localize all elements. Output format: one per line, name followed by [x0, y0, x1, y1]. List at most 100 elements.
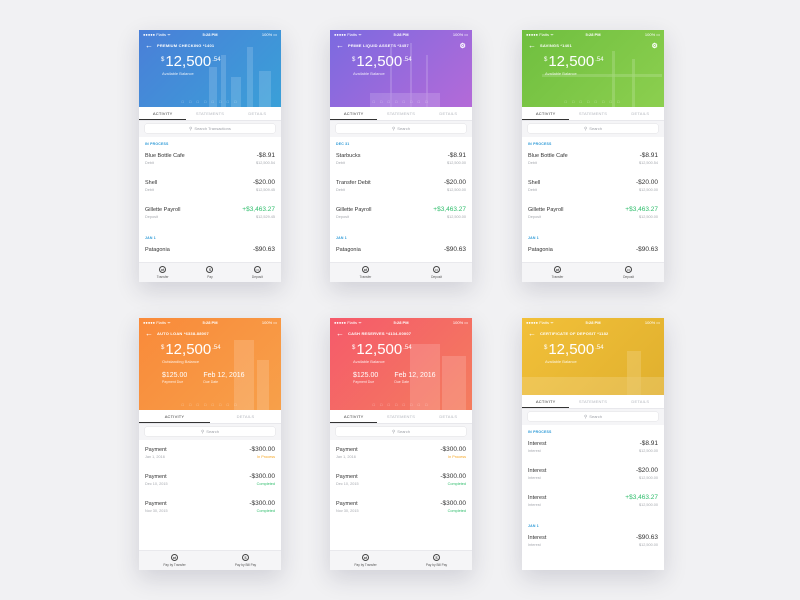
payment-amount: -$300.00 [440, 500, 466, 507]
search-area: ⚲ Search [139, 424, 281, 440]
list-item[interactable]: Payment -$300.00 Nov 30, 2015 Completed [336, 498, 466, 525]
balance-label: Available Balance [545, 71, 577, 76]
transfer-button[interactable]: ⇄ Transfer [330, 263, 401, 282]
back-arrow-icon[interactable]: ← [336, 329, 348, 338]
tab-activity[interactable]: ACTIVITY [139, 410, 210, 423]
payment-date: Dec 10, 2015 [145, 482, 168, 486]
pay-by-transfer-button[interactable]: ⇄ Pay by Transfer [330, 551, 401, 570]
due-date-label: Due Date [203, 380, 219, 384]
list-item[interactable]: Payment -$300.00 Dec 10, 2015 Completed [336, 471, 466, 498]
tab-details[interactable]: DETAILS [425, 410, 472, 423]
list-item[interactable]: Interest -$20.00 Interest $12,500.00 [528, 465, 658, 492]
pay-by-transfer-button[interactable]: ⇄ Pay by Transfer [139, 551, 210, 570]
carrier-label: ●●●●● Fiatts ᯤ [334, 319, 362, 325]
tab-details[interactable]: DETAILS [617, 107, 664, 120]
transaction-list: IN PROCESS Interest -$8.91 Interest $12,50… [522, 425, 664, 559]
tab-statements[interactable]: STATEMENTS [377, 107, 424, 120]
back-arrow-icon[interactable]: ← [145, 329, 157, 338]
tab-details[interactable]: DETAILS [425, 107, 472, 120]
list-item[interactable]: Interest -$90.63 Interest $12,500.00 [528, 532, 658, 559]
tab-details[interactable]: DETAILS [210, 410, 281, 423]
list-item[interactable]: Gillette Payroll +$3,463.27 Deposit $12,50… [528, 204, 658, 231]
transfer-button[interactable]: ⇄ Transfer [139, 263, 186, 282]
balance-amount: $ 12,500 .54 [330, 342, 472, 358]
transaction-amount: -$8.91 [447, 152, 466, 159]
tab-activity[interactable]: ACTIVITY [139, 107, 187, 120]
tab-statements[interactable]: STATEMENTS [569, 107, 616, 120]
search-icon: ⚲ [584, 413, 588, 419]
list-item[interactable]: Payment -$300.00 Nov 30, 2015 Completed [145, 498, 275, 525]
pay-button[interactable]: $ Pay [186, 263, 233, 282]
tab-statements[interactable]: STATEMENTS [186, 107, 233, 120]
list-item[interactable]: Payment -$300.00 Jan 1, 2016 In Process [336, 444, 466, 471]
payment-status: Completed [447, 509, 466, 513]
dollar-icon: $ [242, 554, 249, 562]
list-item[interactable]: Blue Bottle Cafe -$8.91 Debit $12,500.54 [145, 150, 275, 177]
list-item[interactable]: Gillette Payroll +$3,463.27 Deposit $12,50… [336, 204, 466, 231]
list-item[interactable]: Payment -$300.00 Jan 1, 2016 In Process [145, 444, 275, 471]
section-header: DEC 31 [336, 142, 350, 146]
gear-icon[interactable]: ⚙ [652, 42, 658, 50]
section-header: IN PROCESS [528, 430, 552, 434]
balance-label: Available Balance [353, 71, 385, 76]
deposit-button[interactable]: ▭ Deposit [401, 263, 472, 282]
list-item[interactable]: Gillette Payroll +$3,463.27 Deposit $12,52… [145, 204, 275, 231]
tab-statements[interactable]: STATEMENTS [569, 395, 616, 408]
button-label: Pay by Bill Pay [425, 562, 448, 567]
search-input[interactable]: ⚲ Search Transactions [145, 124, 275, 133]
pay-by-bill-pay-button[interactable]: $ Pay by Bill Pay [401, 551, 472, 570]
action-bar: ⇄ Transfer ▭ Deposit [522, 262, 664, 282]
payment-due-label: Payment Due [162, 380, 184, 384]
list-item[interactable]: Shell -$20.00 Debit $12,500.00 [528, 177, 658, 204]
list-item[interactable]: Interest -$8.91 Interest $12,500.00 [528, 438, 658, 465]
list-item[interactable]: Blue Bottle Cafe -$8.91 Debit $12,500.54 [528, 150, 658, 177]
tab-statements[interactable]: STATEMENTS [377, 410, 424, 423]
search-input[interactable]: ⚲ Search [528, 412, 658, 421]
back-arrow-icon[interactable]: ← [528, 41, 540, 50]
due-date-label: Due Date [394, 380, 410, 384]
back-arrow-icon[interactable]: ← [528, 329, 540, 338]
transaction-type: Interest [528, 476, 541, 480]
list-item[interactable]: Interest +$3,463.27 Interest $12,500.00 [528, 492, 658, 519]
button-label: Deposit [431, 274, 442, 279]
running-balance: $12,500.00 [638, 543, 658, 547]
battery-indicator: 100% ▭ [644, 32, 661, 37]
hero-decoration: ☐ ☐ ☐ ☐ ☐ ☐ ☐ ☐ [564, 100, 622, 104]
pay-by-bill-pay-button[interactable]: $ Pay by Bill Pay [210, 551, 281, 570]
carrier-label: ●●●●● Fiatts ᯤ [334, 31, 362, 37]
search-input[interactable]: ⚲ Search [145, 427, 275, 436]
list-item[interactable]: Transfer Debit -$20.00 Debit $12,500.00 [336, 177, 466, 204]
back-arrow-icon[interactable]: ← [336, 41, 348, 50]
list-item[interactable]: Starbucks -$8.91 Debit $12,500.00 [336, 150, 466, 177]
phone-cash-reserves: ●●●●● Fiatts ᯤ 5:28 PM 100% ▭ ← CASH RES… [330, 318, 472, 570]
deposit-button[interactable]: ▭ Deposit [593, 263, 664, 282]
search-input[interactable]: ⚲ Search [336, 124, 466, 133]
search-area: ⚲ Search [522, 121, 664, 137]
payment-date: Nov 30, 2015 [336, 509, 359, 513]
transaction-type: Debit [336, 161, 345, 165]
transaction-amount: -$90.63 [252, 246, 275, 253]
search-placeholder: Search [589, 126, 602, 131]
tab-details[interactable]: DETAILS [234, 107, 281, 120]
back-arrow-icon[interactable]: ← [145, 41, 157, 50]
transaction-name: Shell [528, 180, 541, 186]
search-input[interactable]: ⚲ Search [528, 124, 658, 133]
tab-details[interactable]: DETAILS [617, 395, 664, 408]
gear-icon[interactable]: ⚙ [460, 42, 466, 50]
list-item[interactable]: Shell -$20.00 Debit $12,509.45 [145, 177, 275, 204]
tab-activity[interactable]: ACTIVITY [522, 107, 570, 120]
transfer-button[interactable]: ⇄ Transfer [522, 263, 593, 282]
title-bar: ← PREMIUM CHECKING *1401 [139, 39, 281, 52]
search-icon: ⚲ [189, 125, 193, 131]
transaction-type: Debit [336, 188, 345, 192]
tab-activity[interactable]: ACTIVITY [330, 107, 378, 120]
search-input[interactable]: ⚲ Search [336, 427, 466, 436]
tab-activity[interactable]: ACTIVITY [522, 395, 570, 408]
button-label: Deposit [623, 274, 634, 279]
deposit-button[interactable]: ▭ Deposit [234, 263, 281, 282]
payment-date: Jan 1, 2016 [145, 455, 165, 459]
tab-activity[interactable]: ACTIVITY [330, 410, 378, 423]
running-balance: $12,500.54 [638, 161, 658, 165]
list-item[interactable]: Payment -$300.00 Dec 10, 2015 Completed [145, 471, 275, 498]
currency-symbol: $ [544, 57, 548, 63]
